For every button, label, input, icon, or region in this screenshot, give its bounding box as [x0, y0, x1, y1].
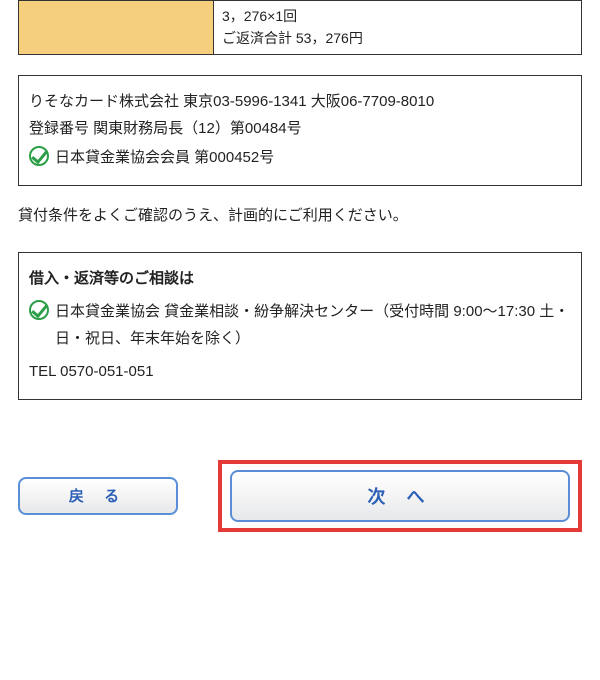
company-registration: 登録番号 関東財務局長（12）第00484号 [29, 115, 571, 142]
consult-body-text: 日本貸金業協会 貸金業相談・紛争解決センター（受付時間 9:00～17:30 土… [55, 298, 571, 352]
company-member-line: 日本貸金業協会会員 第000452号 [29, 144, 571, 171]
company-info-block: りそなカード株式会社 東京03-5996-1341 大阪06-7709-8010… [18, 75, 582, 186]
consult-title: 借入・返済等のご相談は [29, 265, 571, 292]
loan-notice: 貸付条件をよくご確認のうえ、計画的にご利用ください。 [18, 204, 582, 228]
back-button[interactable]: 戻 る [18, 477, 178, 515]
company-name-phone: りそなカード株式会社 東京03-5996-1341 大阪06-7709-8010 [29, 88, 571, 115]
summary-value-cell: 3，276×1回 ご返済合計 53，276円 [214, 1, 582, 55]
consult-body-line: 日本貸金業協会 貸金業相談・紛争解決センター（受付時間 9:00～17:30 土… [29, 298, 571, 352]
summary-line1: 3，276×1回 [222, 5, 573, 27]
next-button-highlight: 次 へ [218, 460, 582, 532]
next-button[interactable]: 次 へ [230, 470, 570, 522]
summary-table: 3，276×1回 ご返済合計 53，276円 [18, 0, 582, 55]
company-member-text: 日本貸金業協会会員 第000452号 [55, 144, 274, 171]
summary-label-cell [19, 1, 214, 55]
consult-tel: TEL 0570-051-051 [29, 358, 571, 385]
button-row: 戻 る 次 へ [18, 460, 582, 540]
association-mark-icon [29, 300, 49, 320]
consult-block: 借入・返済等のご相談は 日本貸金業協会 貸金業相談・紛争解決センター（受付時間 … [18, 252, 582, 400]
association-mark-icon [29, 146, 49, 166]
summary-line2: ご返済合計 53，276円 [222, 27, 573, 49]
